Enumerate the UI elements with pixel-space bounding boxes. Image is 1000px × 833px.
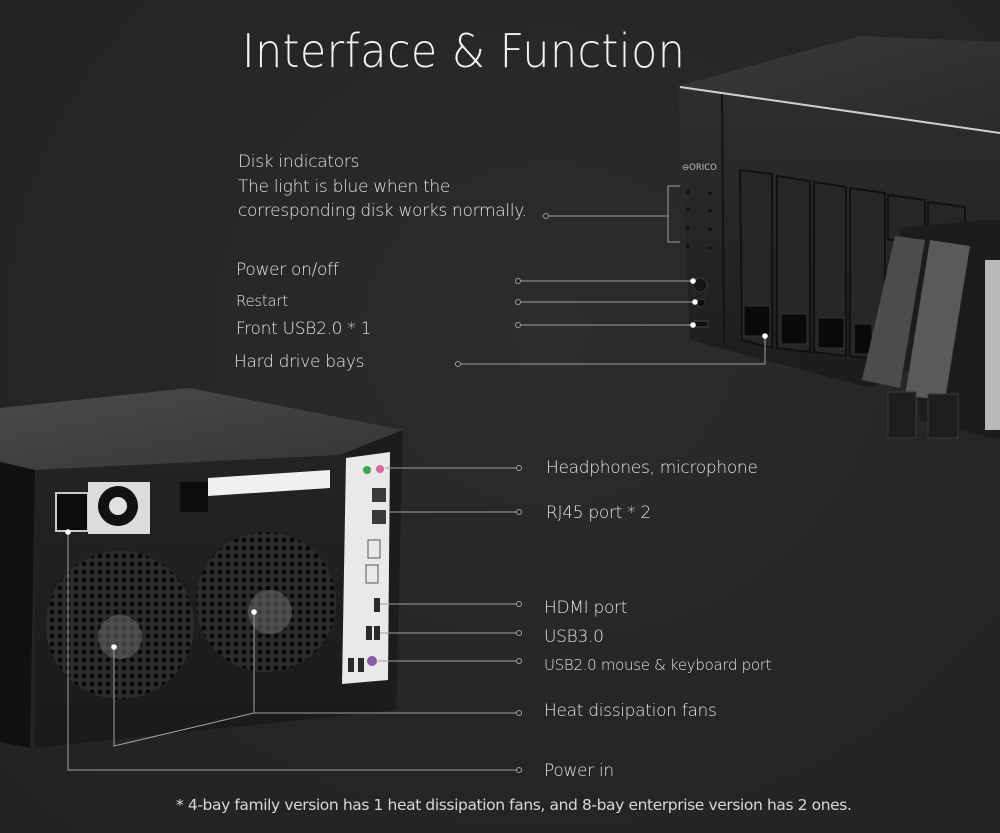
drive-bays-label: Hard drive bays (234, 352, 365, 372)
usb3-label: USB3.0 (544, 627, 604, 647)
disk-indicators-desc-line1: The light is blue when the (238, 177, 451, 197)
footnote: * 4-bay family version has 1 heat dissip… (176, 796, 852, 814)
audio-label: Headphones, microphone (546, 458, 758, 478)
fan-grille-right (196, 532, 336, 672)
audio-green-jack (363, 466, 371, 474)
power-in-label: Power in (544, 761, 614, 781)
product-illustration: ⊖ORICO (0, 36, 1000, 773)
hdmi-label: HDMI port (544, 598, 628, 618)
restart-button-graphic (696, 298, 706, 308)
rj45-label: RJ45 port * 2 (546, 503, 651, 523)
page-title: Interface & Function (242, 24, 686, 78)
fans-label: Heat dissipation fans (544, 701, 717, 721)
ps2-port (367, 656, 377, 666)
audio-pink-jack (376, 465, 384, 473)
restart-label: Restart (236, 292, 288, 310)
usb2-label: USB2.0 mouse & keyboard port (544, 656, 772, 674)
power-socket-graphic (55, 492, 89, 532)
front-usb-graphic (693, 320, 709, 328)
disk-indicators-heading: Disk indicators (238, 152, 360, 172)
power-label: Power on/off (236, 260, 339, 280)
nas-front-view: ⊖ORICO (678, 36, 1000, 440)
io-panel (342, 452, 390, 684)
front-usb-label: Front USB2.0 * 1 (236, 319, 372, 339)
disk-indicators-desc-line2: corresponding disk works normally. (238, 201, 527, 221)
brand-logo: ⊖ORICO (682, 163, 717, 173)
nas-rear-view (0, 388, 403, 748)
